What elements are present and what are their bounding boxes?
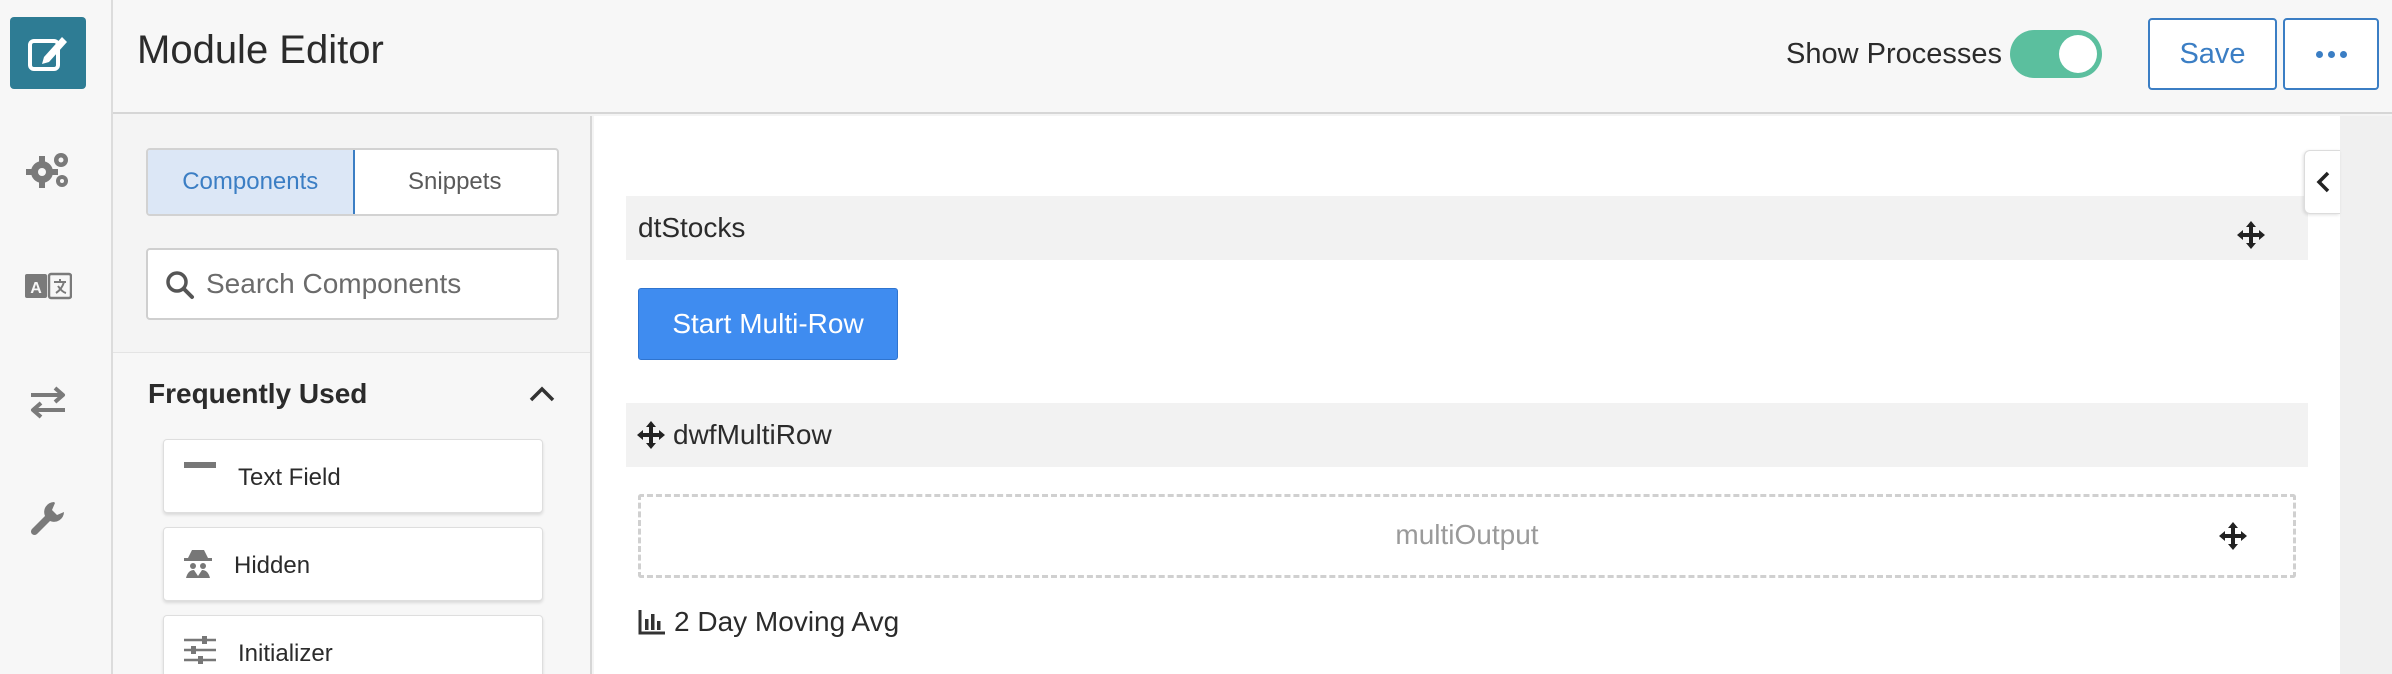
components-panel: Components Snippets Frequently Used Text… xyxy=(113,116,592,674)
rail-editor-button[interactable] xyxy=(10,17,86,89)
more-options-button[interactable] xyxy=(2283,18,2379,90)
search-box xyxy=(146,248,559,320)
component-item-hidden[interactable]: Hidden xyxy=(163,527,543,601)
component-item-initializer[interactable]: Initializer xyxy=(163,615,543,674)
move-icon[interactable] xyxy=(2218,521,2248,551)
rail-translate-button[interactable]: A xyxy=(10,250,86,322)
multirow-component-bar[interactable]: dwfMultiRow xyxy=(626,403,2308,467)
chart-component[interactable]: 2 Day Moving Avg xyxy=(638,606,899,638)
multi-output-dropzone[interactable]: multiOutput xyxy=(638,494,2296,578)
swap-arrows-icon xyxy=(31,386,65,419)
svg-text:A: A xyxy=(30,280,42,297)
chevron-left-icon xyxy=(2316,171,2329,193)
component-item-label: Text Field xyxy=(238,464,341,491)
collapse-panel-button[interactable] xyxy=(2304,150,2340,214)
toggle-knob xyxy=(2059,35,2097,73)
show-processes-toggle[interactable] xyxy=(2010,30,2102,78)
section-title: Frequently Used xyxy=(148,378,368,409)
chart-label: 2 Day Moving Avg xyxy=(674,606,900,637)
component-item-label: Initializer xyxy=(238,640,333,667)
component-item-label: Hidden xyxy=(234,552,311,579)
output-placeholder: multiOutput xyxy=(1395,519,1539,550)
move-icon[interactable] xyxy=(2236,220,2266,250)
module-canvas: dtStocks Start Multi-Row dwfMultiRow mul… xyxy=(594,116,2340,674)
edit-icon xyxy=(28,37,67,71)
search-icon xyxy=(166,271,194,299)
gears-icon xyxy=(26,153,68,188)
dot xyxy=(2327,50,2335,58)
table-name: dtStocks xyxy=(638,212,746,243)
canvas-area: dtStocks Start Multi-Row dwfMultiRow mul… xyxy=(594,116,2392,674)
hidden-spy-icon xyxy=(184,550,212,578)
move-icon[interactable] xyxy=(636,420,666,450)
dot xyxy=(2339,50,2347,58)
rail-transfers-button[interactable] xyxy=(10,366,86,438)
rail-tools-button[interactable] xyxy=(10,482,86,554)
wrench-icon xyxy=(30,502,64,536)
translate-icon: A xyxy=(25,272,72,300)
component-item-text-field[interactable]: Text Field xyxy=(163,439,543,513)
page-title: Module Editor xyxy=(137,28,384,72)
tab-snippets[interactable]: Snippets xyxy=(353,150,558,214)
start-multi-row-button[interactable]: Start Multi-Row xyxy=(638,288,898,360)
save-button[interactable]: Save xyxy=(2148,18,2277,90)
table-component-bar[interactable]: dtStocks xyxy=(626,196,2308,260)
bar-chart-icon xyxy=(638,610,665,635)
show-processes-label: Show Processes xyxy=(1786,38,2002,70)
dot xyxy=(2315,50,2323,58)
icon-rail: A xyxy=(0,0,113,674)
chevron-up-icon[interactable] xyxy=(528,385,556,403)
multirow-name: dwfMultiRow xyxy=(673,419,832,450)
search-input[interactable] xyxy=(206,264,546,304)
text-field-icon xyxy=(184,462,216,468)
app-header: Module Editor Show Processes Save xyxy=(113,0,2392,114)
rail-settings-button[interactable] xyxy=(10,134,86,206)
sliders-icon xyxy=(184,636,216,664)
frequently-used-section: Frequently Used Text Field Hidden Initia… xyxy=(113,352,590,674)
panel-tabs: Components Snippets xyxy=(146,148,559,216)
tab-components[interactable]: Components xyxy=(148,150,355,214)
